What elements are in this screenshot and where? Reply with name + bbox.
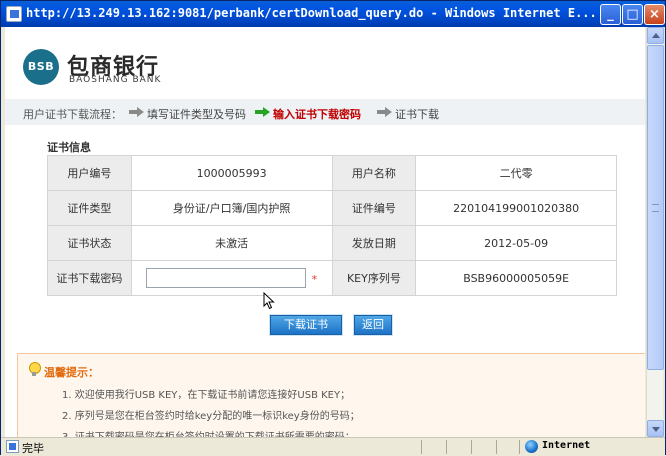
cert-status-label: 证书状态: [47, 225, 132, 261]
scroll-down-icon[interactable]: [647, 420, 664, 437]
cert-info-table: 用户编号 1000005993 用户名称 二代零 证件类型 身份证/户口簿/国内…: [47, 155, 617, 296]
bank-name-en: BAOSHANG BANK: [69, 75, 162, 85]
bank-logo: BSB 包商银行 BAOSHANG BANK: [23, 49, 193, 89]
status-text: 完毕: [22, 442, 44, 455]
scroll-up-icon[interactable]: [647, 27, 664, 44]
scroll-thumb[interactable]: [647, 45, 664, 370]
user-id-value: 1000005993: [130, 155, 333, 191]
security-zone-label: Internet: [542, 440, 591, 451]
key-serial-label: KEY序列号: [331, 260, 417, 296]
mouse-cursor-icon: [263, 292, 275, 310]
download-process-bar: 用户证书下载流程： 填写证件类型及号码 输入证书下载密码 证书下载: [5, 99, 645, 125]
step-arrow-icon: [129, 107, 145, 117]
id-number-label: 证件编号: [331, 190, 417, 226]
status-bar: 完毕 Internet: [1, 437, 665, 455]
issue-date-value: 2012-05-09: [415, 225, 617, 261]
tips-panel: 温馨提示： 1. 欢迎使用我行USB KEY，在下载证书前请您连接好USB KE…: [17, 353, 645, 437]
title-bar[interactable]: http://13.249.13.162:9081/perbank/certDo…: [1, 1, 665, 27]
close-button[interactable]: ×: [644, 4, 665, 25]
vertical-scrollbar[interactable]: [646, 27, 664, 437]
step-arrow-icon: [377, 107, 393, 117]
table-row: 证书状态 未激活 发放日期 2012-05-09: [47, 225, 617, 261]
cert-status-value: 未激活: [130, 225, 333, 261]
tips-title: 温馨提示：: [27, 362, 99, 380]
current-step-arrow-icon: [255, 107, 271, 117]
user-name-value: 二代零: [415, 155, 617, 191]
section-title: 证书信息: [47, 141, 91, 154]
user-id-label: 用户编号: [47, 155, 132, 191]
ie-page-icon: [6, 6, 22, 22]
status-divider: [421, 440, 422, 454]
key-serial-value: BSB96000005059E: [415, 260, 617, 296]
internet-zone-icon: [525, 440, 538, 453]
tip-line-2: 2. 序列号是您在柜台签约时给key分配的唯一标识key身份的号码；: [62, 411, 360, 422]
id-type-label: 证件类型: [47, 190, 132, 226]
minimize-button[interactable]: _: [600, 4, 621, 25]
browser-window: http://13.249.13.162:9081/perbank/certDo…: [0, 0, 666, 455]
required-mark: *: [311, 272, 318, 286]
status-divider: [496, 440, 497, 454]
table-row: 证书下载密码 * KEY序列号 BSB96000005059E: [47, 260, 617, 296]
window-title: http://13.249.13.162:9081/perbank/certDo…: [26, 6, 597, 20]
issue-date-label: 发放日期: [331, 225, 417, 261]
user-name-label: 用户名称: [331, 155, 417, 191]
tip-line-3: 3. 证书下载密码是您在柜台签约时设置的下载证书所需要的密码；: [62, 428, 355, 437]
download-password-label: 证书下载密码: [47, 260, 132, 296]
table-row: 用户编号 1000005993 用户名称 二代零: [47, 155, 617, 191]
status-divider: [471, 440, 472, 454]
process-step-enter-password: 输入证书下载密码: [273, 108, 361, 121]
status-divider: [446, 440, 447, 454]
id-type-value: 身份证/户口簿/国内护照: [130, 190, 333, 226]
status-divider: [519, 440, 520, 454]
maximize-button[interactable]: □: [622, 4, 643, 25]
download-password-cell: *: [130, 260, 333, 296]
lightbulb-icon: [27, 362, 41, 378]
download-cert-button[interactable]: 下载证书: [270, 315, 342, 335]
process-step-download: 证书下载: [395, 108, 439, 121]
download-password-input[interactable]: [146, 268, 307, 288]
bsb-logo-icon: BSB: [23, 49, 59, 85]
table-row: 证件类型 身份证/户口簿/国内护照 证件编号 22010419900102038…: [47, 190, 617, 226]
process-step-fill-id: 填写证件类型及号码: [147, 108, 246, 121]
back-button[interactable]: 返回: [354, 315, 392, 335]
page-done-icon: [6, 440, 19, 453]
id-number-value: 220104199001020380: [415, 190, 617, 226]
tip-line-1: 1. 欢迎使用我行USB KEY，在下载证书前请您连接好USB KEY；: [62, 390, 351, 401]
page-viewport: BSB 包商银行 BAOSHANG BANK 用户证书下载流程： 填写证件类型及…: [5, 27, 645, 437]
process-label: 用户证书下载流程：: [23, 108, 122, 121]
